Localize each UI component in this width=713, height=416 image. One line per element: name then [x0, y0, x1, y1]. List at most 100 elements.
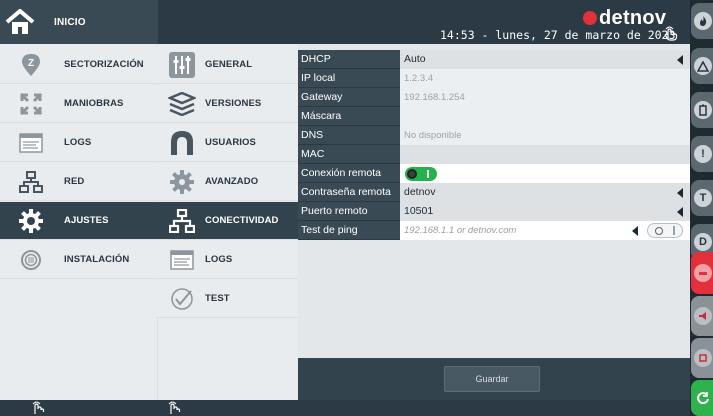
remote-password-field[interactable]: detnov	[400, 183, 690, 202]
touch-hand-icon[interactable]	[30, 400, 46, 416]
maneuvers-icon	[16, 85, 46, 123]
battery-icon	[694, 101, 712, 119]
menu-item-ajustes[interactable]: AJUSTES	[0, 202, 157, 240]
dhcp-label: DHCP	[298, 50, 400, 69]
caret-left-icon[interactable]	[677, 207, 683, 217]
dns-value: No disponible	[400, 126, 690, 145]
menu-item-usuarios[interactable]: USUARIOS	[157, 124, 298, 162]
warning-icon	[694, 57, 712, 75]
datetime: 14:53 - lunes, 27 de marzo de 2023	[440, 28, 676, 42]
row-dns: DNS No disponible	[298, 126, 690, 145]
remote-connection-toggle[interactable]	[405, 167, 437, 181]
logs-icon	[163, 241, 201, 279]
ping-circle-icon	[655, 227, 663, 235]
menu-label: LOGS	[64, 137, 92, 148]
menu-item-test[interactable]: TEST	[157, 280, 298, 318]
rail-battery-button[interactable]	[691, 92, 713, 128]
navigation-menu: Z SECTORIZACIÓN MANIOBRAS LOGS RED AJUST…	[0, 44, 298, 400]
rail-horn-button[interactable]	[691, 296, 713, 336]
top-bar: INICIO detnov 14:53 - lunes, 27 de marzo…	[0, 0, 690, 44]
menu-label: MANIOBRAS	[64, 98, 124, 109]
menu-item-versiones[interactable]: VERSIONES	[157, 85, 298, 123]
menu-item-maniobras[interactable]: MANIOBRAS	[0, 85, 157, 123]
rail-device-button[interactable]	[691, 338, 713, 378]
logs-icon	[16, 124, 46, 162]
ping-bar-icon	[673, 226, 675, 235]
caret-left-icon[interactable]	[632, 226, 638, 236]
menu-item-logs-2[interactable]: LOGS	[157, 241, 298, 279]
mac-label: MAC	[298, 145, 400, 164]
ping-test-placeholder: 192.168.1.1 or detnov.com	[404, 225, 517, 236]
caret-left-icon[interactable]	[677, 188, 683, 198]
device-icon	[694, 349, 712, 367]
connectivity-icon	[163, 202, 201, 240]
dhcp-value: Auto	[404, 53, 426, 65]
menu-item-avanzado[interactable]: AVANZADO	[157, 163, 298, 201]
horn-icon	[694, 307, 712, 325]
row-mac: MAC	[298, 145, 690, 164]
rail-test-button[interactable]: T	[691, 180, 713, 216]
connectivity-panel: DHCP Auto IP local 1.2.3.4 Gateway 192.1…	[298, 44, 690, 400]
menu-item-instalacion[interactable]: INSTALACIÓN	[0, 241, 157, 279]
rail-fault-button[interactable]: !	[691, 136, 713, 172]
gear-icon	[16, 202, 46, 240]
user-icon	[163, 124, 201, 162]
row-remote-port: Puerto remoto 10501	[298, 202, 690, 221]
dns-label: DNS	[298, 126, 400, 145]
dhcp-select[interactable]: Auto	[400, 50, 690, 69]
menu-label: AJUSTES	[64, 215, 109, 226]
menu-label: VERSIONES	[205, 98, 262, 109]
menu-label: USUARIOS	[205, 137, 256, 148]
rail-siren-button[interactable]	[691, 252, 713, 294]
save-button[interactable]: Guardar	[444, 366, 540, 392]
row-dhcp: DHCP Auto	[298, 50, 690, 69]
caret-left-icon[interactable]	[677, 55, 683, 65]
menu-label: AVANZADO	[205, 176, 259, 187]
installation-icon	[16, 241, 46, 279]
menu-item-conectividad[interactable]: CONECTIVIDAD	[157, 202, 298, 240]
menu-item-red[interactable]: RED	[0, 163, 157, 201]
remote-connection-label: Conexión remota	[298, 164, 400, 183]
remote-password-value: detnov	[404, 186, 436, 198]
gateway-value: 192.168.1.254	[400, 88, 690, 107]
mascara-value	[400, 107, 690, 126]
remote-port-label: Puerto remoto	[298, 202, 400, 221]
ip-local-value: 1.2.3.4	[400, 69, 690, 88]
brand-name: detnov	[599, 7, 667, 29]
remote-port-field[interactable]: 10501	[400, 202, 690, 221]
row-ping-test: Test de ping 192.168.1.1 or detnov.com	[298, 221, 690, 240]
toggle-on-mark	[427, 170, 429, 178]
advanced-gear-icon	[163, 163, 201, 201]
home-button[interactable]: INICIO	[0, 0, 158, 44]
layers-icon	[163, 85, 201, 123]
check-circle-icon	[163, 280, 201, 318]
ping-run-toggle[interactable]	[647, 223, 683, 238]
row-remote-connection: Conexión remota	[298, 164, 690, 183]
reset-icon	[694, 389, 712, 407]
mascara-label: Máscara	[298, 107, 400, 126]
siren-icon	[694, 264, 712, 282]
touch-hand-icon[interactable]	[166, 400, 182, 416]
home-label: INICIO	[54, 16, 86, 28]
row-ip-local: IP local 1.2.3.4	[298, 69, 690, 88]
menu-label: TEST	[205, 293, 230, 304]
ip-local-label: IP local	[298, 69, 400, 88]
gateway-label: Gateway	[298, 88, 400, 107]
ping-test-label: Test de ping	[298, 221, 400, 240]
fire-icon	[694, 12, 712, 30]
sliders-icon	[163, 46, 201, 84]
svg-text:Z: Z	[28, 58, 34, 69]
remote-connection-cell	[400, 164, 690, 183]
touch-hand-icon[interactable]	[663, 25, 679, 46]
bottom-bar	[0, 400, 690, 416]
row-remote-password: Contraseña remota detnov	[298, 183, 690, 202]
rail-fire-button[interactable]	[691, 3, 713, 39]
menu-item-logs[interactable]: LOGS	[0, 124, 157, 162]
disable-d-icon: D	[694, 233, 712, 251]
rail-warning-button[interactable]	[691, 48, 713, 84]
menu-label: INSTALACIÓN	[64, 254, 130, 265]
rail-reset-button[interactable]	[691, 380, 713, 416]
menu-item-general[interactable]: GENERAL	[157, 46, 298, 84]
menu-item-sectorizacion[interactable]: Z SECTORIZACIÓN	[0, 46, 157, 84]
screen: INICIO detnov 14:53 - lunes, 27 de marzo…	[0, 0, 713, 416]
